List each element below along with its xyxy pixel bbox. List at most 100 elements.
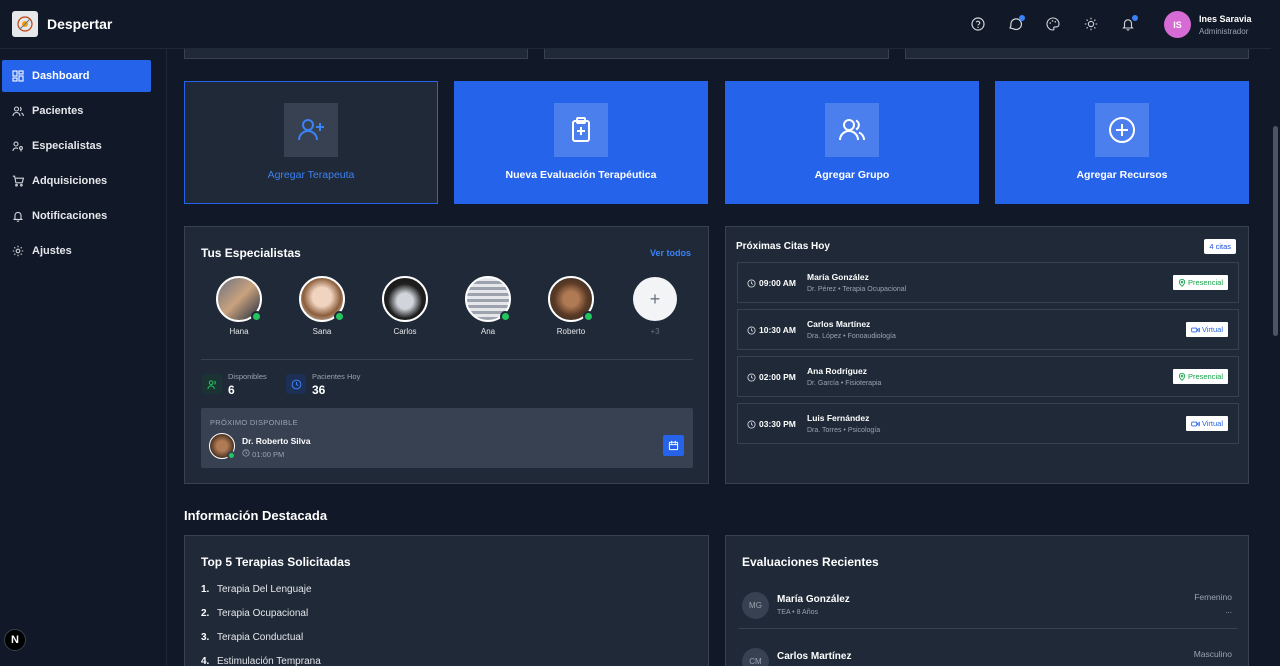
clock-icon: [747, 325, 756, 335]
appointment-time: 09:00 AM: [747, 278, 796, 288]
card-stub: [905, 49, 1249, 59]
add-therapist-button[interactable]: Agregar Terapeuta: [184, 81, 438, 204]
evaluation-gender: Masculino: [1193, 649, 1232, 659]
specialist-ana[interactable]: Ana: [463, 276, 513, 336]
sidebar-item-label: Notificaciones: [32, 210, 108, 222]
list-item: 1. Terapia Del Lenguaje: [201, 584, 312, 595]
action-label: Agregar Grupo: [814, 169, 890, 181]
online-indicator: [583, 311, 594, 322]
specialists-panel: Tus Especialistas Ver todos Hana Sana Ca…: [184, 226, 709, 484]
recent-evaluations-title: Evaluaciones Recientes: [742, 555, 879, 569]
top-therapies-title: Top 5 Terapias Solicitadas: [201, 555, 351, 569]
sidebar-item-dashboard[interactable]: Dashboard: [2, 60, 151, 92]
user-name[interactable]: Ines Saravia: [1199, 14, 1252, 24]
avatar: [548, 276, 594, 322]
dashboard-icon: [12, 70, 24, 82]
action-label: Nueva Evaluación Terapéutica: [505, 169, 657, 181]
appointments-panel: Próximas Citas Hoy 4 citas 09:00 AM Marí…: [725, 226, 1249, 484]
mode-badge: Virtual: [1185, 416, 1228, 431]
mode-badge: Virtual: [1185, 322, 1228, 337]
schedule-button[interactable]: [663, 435, 684, 456]
appointment-row[interactable]: 03:30 PM Luis Fernández Dra. Torres • Ps…: [737, 403, 1239, 444]
appointment-row[interactable]: 10:30 AM Carlos Martínez Dra. López • Fo…: [737, 309, 1239, 350]
divider: [738, 628, 1238, 629]
view-all-link[interactable]: Ver todos: [650, 248, 691, 258]
sidebar-item-pacientes[interactable]: Pacientes: [2, 95, 151, 127]
specialist-carlos[interactable]: Carlos: [380, 276, 430, 336]
scrollbar-thumb[interactable]: [1273, 126, 1278, 336]
plus-icon: +: [633, 277, 677, 321]
chat-unread-dot: [1019, 15, 1025, 21]
avatar: CM: [742, 648, 769, 666]
evaluation-more: ...: [1225, 606, 1232, 615]
evaluation-name[interactable]: María González: [777, 594, 850, 605]
add-group-button[interactable]: Agregar Grupo: [725, 81, 979, 204]
cart-icon: [12, 175, 24, 187]
sidebar-item-adquisiciones[interactable]: Adquisiciones: [2, 165, 151, 197]
appointment-row[interactable]: 09:00 AM María González Dr. Pérez • Tera…: [737, 262, 1239, 303]
add-specialist-button[interactable]: + +3: [630, 277, 680, 336]
sidebar-item-ajustes[interactable]: Ajustes: [2, 235, 151, 267]
top-therapies-panel: Top 5 Terapias Solicitadas 1. Terapia Del…: [184, 535, 709, 666]
online-indicator: [334, 311, 345, 322]
specialist-name: Carlos: [393, 327, 417, 336]
specialists-title: Tus Especialistas: [201, 246, 301, 260]
appointment-time: 10:30 AM: [747, 325, 796, 335]
clock-icon: [747, 278, 756, 288]
clock-icon: [286, 374, 306, 394]
help-icon[interactable]: [970, 16, 986, 32]
avatar: [299, 276, 345, 322]
chat-icon[interactable]: [1007, 15, 1025, 32]
more-count: +3: [650, 327, 660, 336]
available-label: Disponibles: [228, 372, 267, 381]
specialist-roberto[interactable]: Roberto: [546, 276, 596, 336]
specialist-name: Roberto: [556, 327, 586, 336]
top-bar: Despertar IS Ines Saravia Administrador: [0, 0, 1280, 49]
sidebar-item-especialistas[interactable]: Especialistas: [2, 130, 151, 162]
bell-icon: [12, 211, 24, 222]
patients-today-value: 36: [312, 383, 326, 397]
map-pin-icon: [1178, 372, 1186, 381]
bell-icon[interactable]: [1120, 15, 1138, 32]
appointment-detail: Dra. Torres • Psicología: [807, 427, 881, 434]
appointment-patient: Luis Fernández: [807, 413, 870, 423]
specialist-hana[interactable]: Hana: [214, 276, 264, 336]
palette-icon[interactable]: [1045, 16, 1061, 32]
appointment-row[interactable]: 02:00 PM Ana Rodríguez Dr. García • Fisi…: [737, 356, 1239, 397]
online-indicator: [251, 311, 262, 322]
sidebar-item-notificaciones[interactable]: Notificaciones: [2, 200, 151, 232]
clock-icon: [747, 419, 756, 429]
page-scrollbar[interactable]: [1271, 0, 1280, 666]
specialist-name: Sana: [312, 327, 332, 336]
evaluation-name[interactable]: Carlos Martínez: [777, 651, 851, 662]
avatar: [209, 433, 236, 460]
appointment-detail: Dr. García • Fisioterapia: [807, 380, 882, 387]
mode-badge: Presencial: [1172, 369, 1228, 384]
action-label: Agregar Recursos: [1076, 169, 1168, 181]
next-available-name: Dr. Roberto Silva: [242, 436, 311, 446]
user-plus-icon: [284, 103, 338, 157]
dev-tools-badge[interactable]: N: [4, 629, 26, 651]
sun-icon[interactable]: [1083, 16, 1099, 32]
card-stub: [184, 49, 528, 59]
video-icon: [1191, 421, 1200, 426]
user-role: Administrador: [1199, 27, 1249, 36]
users-icon: [12, 106, 24, 117]
app-title: Despertar: [47, 16, 113, 32]
next-available-time: 01:00 PM: [242, 449, 284, 459]
user-avatar[interactable]: IS: [1164, 11, 1191, 38]
calendar-icon: [668, 440, 679, 451]
divider: [201, 359, 693, 360]
patients-today-label: Pacientes Hoy: [312, 372, 361, 381]
new-evaluation-button[interactable]: Nueva Evaluación Terapéutica: [454, 81, 708, 204]
sidebar: Dashboard Pacientes Especialistas Adquis…: [0, 49, 167, 666]
app-logo[interactable]: [12, 11, 38, 37]
online-indicator: [227, 451, 236, 460]
add-resources-button[interactable]: Agregar Recursos: [995, 81, 1249, 204]
card-stub: [544, 49, 889, 59]
next-available-card[interactable]: PRÓXIMO DISPONIBLE Dr. Roberto Silva 01:…: [201, 408, 693, 468]
specialist-sana[interactable]: Sana: [297, 276, 347, 336]
appointment-patient: Carlos Martínez: [807, 319, 871, 329]
appointments-count-badge: 4 citas: [1204, 239, 1236, 254]
notification-dot: [1132, 15, 1138, 21]
